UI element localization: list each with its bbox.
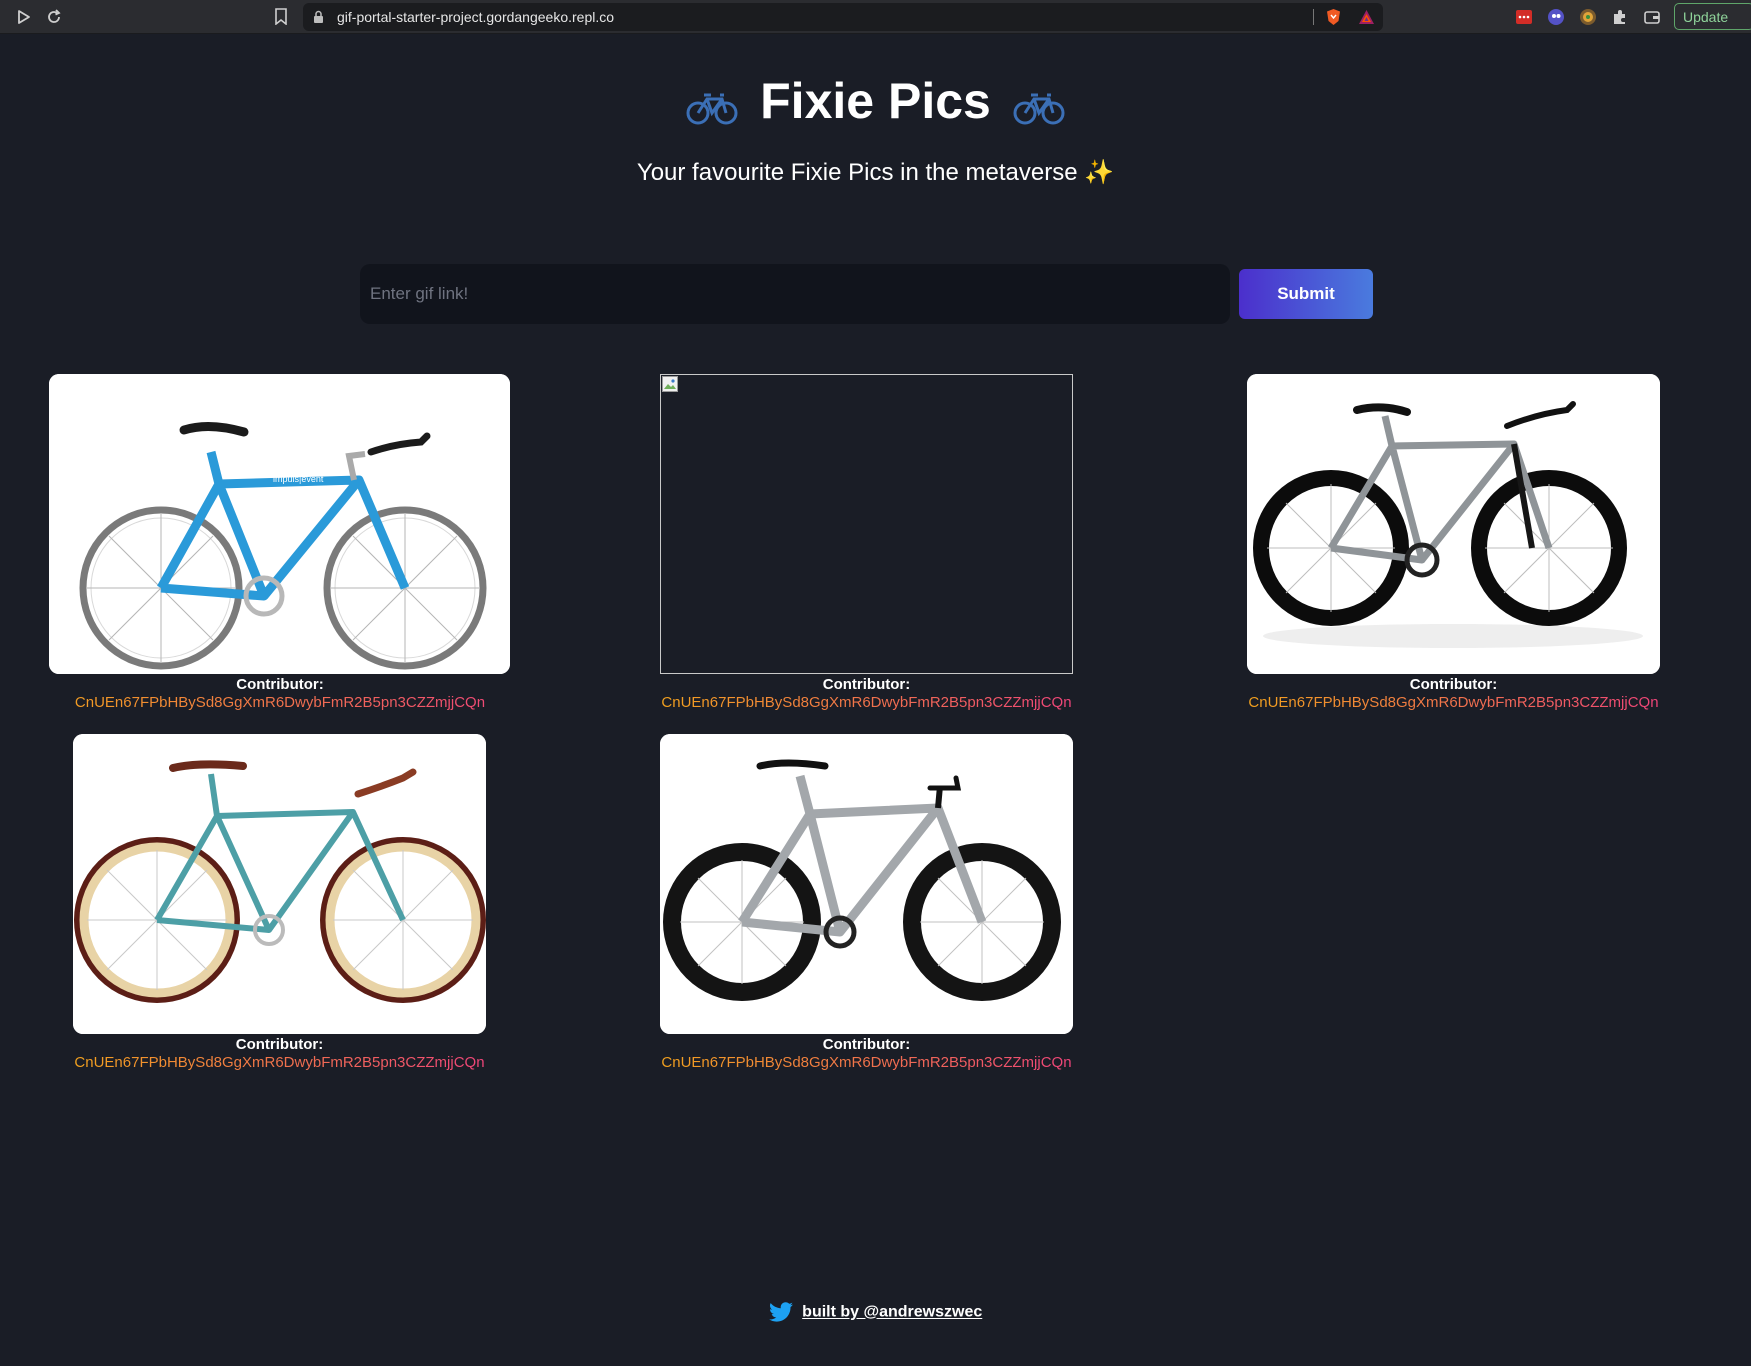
contributor-label: Contributor: <box>822 676 911 693</box>
contributor-address: CnUEn67FPbHBySd8GgXmR6DwybFmR2B5pn3CZZmj… <box>74 1054 485 1071</box>
svg-text:impuls|event: impuls|event <box>273 474 324 484</box>
address-bar[interactable]: gif-portal-starter-project.gordangeeko.r… <box>303 3 1383 31</box>
play-icon[interactable] <box>14 8 32 26</box>
lastpass-icon[interactable] <box>1515 8 1533 26</box>
contributor-label: Contributor: <box>1409 676 1498 693</box>
submit-button[interactable]: Submit <box>1239 269 1373 319</box>
gif-image-broken <box>660 374 1073 674</box>
bookmark-icon[interactable] <box>274 8 288 26</box>
author-link[interactable]: built by @andrewszwec <box>802 1304 982 1321</box>
sparkles-icon: ✨ <box>1084 159 1115 186</box>
bicycle-icon <box>686 81 738 125</box>
contributor-address: CnUEn67FPbHBySd8GgXmR6DwybFmR2B5pn3CZZmj… <box>661 694 1072 711</box>
gif-item: Contributor: CnUEn67FPbHBySd8GgXmR6DwybF… <box>660 734 1073 1072</box>
contributor-label: Contributor: <box>236 676 324 693</box>
reload-icon[interactable] <box>45 8 63 26</box>
broken-image-icon <box>662 376 678 392</box>
twitter-icon <box>768 1302 794 1323</box>
contributor-label: Contributor: <box>822 1036 911 1053</box>
title-text: Fixie Pics <box>760 72 991 129</box>
url-text: gif-portal-starter-project.gordangeeko.r… <box>337 9 615 25</box>
contributor-label: Contributor: <box>235 1036 324 1053</box>
browser-toolbar: gif-portal-starter-project.gordangeeko.r… <box>0 0 1751 34</box>
page-subtitle: Your favourite Fixie Pics in the metaver… <box>0 158 1751 187</box>
contributor-address: CnUEn67FPbHBySd8GgXmR6DwybFmR2B5pn3CZZmj… <box>49 694 511 712</box>
page-title: Fixie Pics <box>0 68 1751 130</box>
update-label: Update <box>1683 9 1729 25</box>
brave-rewards-icon[interactable] <box>1358 9 1375 25</box>
contributor-address: CnUEn67FPbHBySd8GgXmR6DwybFmR2B5pn3CZZmj… <box>1248 694 1659 711</box>
gif-image-teal-fixie <box>73 734 486 1034</box>
divider <box>1313 9 1314 25</box>
puzzle-extensions-icon[interactable] <box>1611 8 1629 26</box>
gif-item: Contributor: CnUEn67FPbHBySd8GgXmR6DwybF… <box>73 734 486 1072</box>
contributor-address: CnUEn67FPbHBySd8GgXmR6DwybFmR2B5pn3CZZmj… <box>661 1054 1072 1071</box>
gif-item: Contributor: CnUEn67FPbHBySd8GgXmR6DwybF… <box>1247 374 1660 712</box>
gif-link-input[interactable] <box>360 264 1230 324</box>
update-button[interactable]: Update <box>1674 3 1751 30</box>
gif-image-silver-fixie <box>660 734 1073 1034</box>
ghost-extension-icon[interactable] <box>1547 8 1565 26</box>
footer: built by @andrewszwec <box>0 1302 1751 1323</box>
gif-image-blue-fixie: impuls|event <box>49 374 510 674</box>
wallet-icon[interactable] <box>1643 8 1661 26</box>
gif-item: impuls|event Contributor: CnUEn67FPbHByS… <box>49 374 511 712</box>
gif-image-chrome-fixie <box>1247 374 1660 674</box>
bicycle-icon <box>1013 81 1065 125</box>
gif-item: Contributor: CnUEn67FPbHBySd8GgXmR6DwybF… <box>660 374 1073 712</box>
metamask-extension-icon[interactable] <box>1579 8 1597 26</box>
lock-icon <box>313 10 324 24</box>
brave-shield-icon[interactable] <box>1325 8 1342 26</box>
subtitle-text: Your favourite Fixie Pics in the metaver… <box>636 159 1078 186</box>
